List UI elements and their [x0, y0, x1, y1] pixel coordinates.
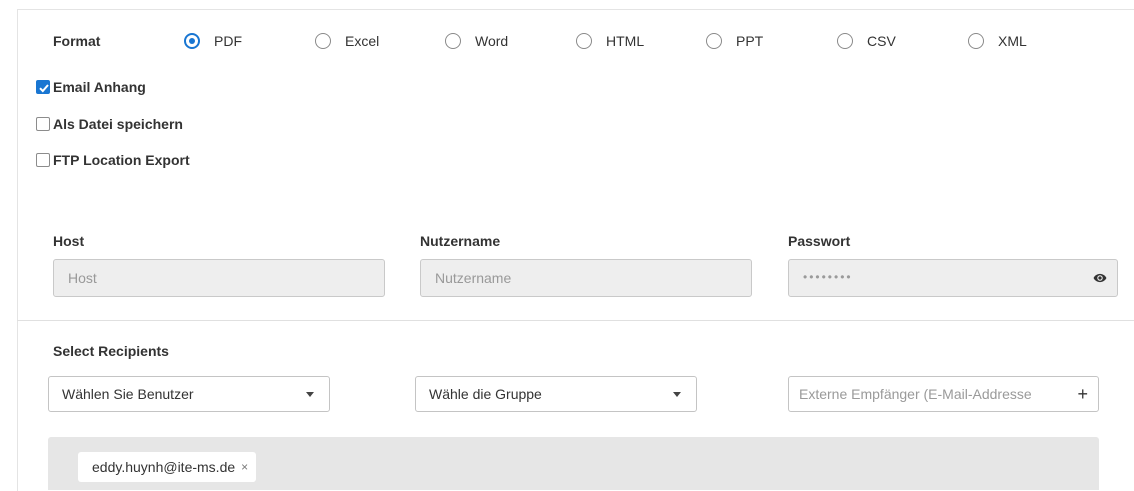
select-recipients-label: Select Recipients — [53, 343, 169, 359]
checkbox-unchecked-icon — [36, 117, 50, 131]
host-input[interactable] — [53, 259, 385, 297]
email-attachment-label: Email Anhang — [53, 79, 146, 95]
radio-unselected-icon — [837, 33, 853, 49]
section-divider — [17, 320, 1134, 321]
email-attachment-checkbox[interactable]: Email Anhang — [36, 78, 146, 96]
checkbox-checked-icon — [36, 80, 50, 94]
save-as-file-checkbox[interactable]: Als Datei speichern — [36, 115, 183, 133]
format-radio-label: PDF — [214, 33, 242, 49]
format-radio-label: HTML — [606, 33, 645, 49]
group-select-value: Wähle die Gruppe — [429, 386, 542, 402]
external-recipient-input[interactable] — [789, 377, 1069, 411]
format-radio-label: PPT — [736, 33, 764, 49]
radio-unselected-icon — [706, 33, 722, 49]
users-select[interactable]: Wählen Sie Benutzer — [48, 376, 330, 412]
format-radio-html[interactable]: HTML — [576, 30, 644, 52]
format-radio-label: Word — [475, 33, 509, 49]
save-as-file-label: Als Datei speichern — [53, 116, 183, 132]
format-radio-xml[interactable]: XML — [968, 30, 1027, 52]
radio-unselected-icon — [315, 33, 331, 49]
format-radio-csv[interactable]: CSV — [837, 30, 896, 52]
ftp-export-checkbox[interactable]: FTP Location Export — [36, 151, 190, 169]
format-radio-label: Excel — [345, 33, 380, 49]
caret-down-icon — [673, 392, 681, 397]
password-masked-value: •••••••• — [803, 270, 853, 284]
radio-selected-icon — [184, 33, 200, 49]
format-radio-excel[interactable]: Excel — [315, 30, 379, 52]
close-icon[interactable]: × — [241, 460, 248, 474]
format-radio-word[interactable]: Word — [445, 30, 508, 52]
recipient-chip: eddy.huynh@ite-ms.de × — [78, 452, 257, 482]
checkbox-unchecked-icon — [36, 153, 50, 167]
selected-recipients-area: eddy.huynh@ite-ms.de × — [48, 437, 1099, 490]
password-label: Passwort — [788, 233, 851, 249]
username-label: Nutzername — [420, 233, 501, 249]
format-radio-label: CSV — [867, 33, 896, 49]
users-select-value: Wählen Sie Benutzer — [62, 386, 194, 402]
password-input[interactable]: •••••••• — [788, 259, 1118, 297]
caret-down-icon — [306, 392, 314, 397]
format-label: Format — [53, 33, 101, 49]
external-recipient-field: + — [788, 376, 1099, 412]
host-label: Host — [53, 233, 85, 249]
radio-unselected-icon — [445, 33, 461, 49]
group-select[interactable]: Wähle die Gruppe — [415, 376, 697, 412]
plus-icon[interactable]: + — [1077, 384, 1088, 404]
format-radio-ppt[interactable]: PPT — [706, 30, 763, 52]
radio-unselected-icon — [968, 33, 984, 49]
export-settings-panel — [17, 9, 1134, 491]
radio-unselected-icon — [576, 33, 592, 49]
ftp-export-label: FTP Location Export — [53, 152, 190, 168]
format-radio-pdf[interactable]: PDF — [184, 30, 242, 52]
eye-icon[interactable] — [1093, 271, 1107, 290]
username-input[interactable] — [420, 259, 752, 297]
recipient-chip-email: eddy.huynh@ite-ms.de — [92, 459, 236, 475]
format-radio-label: XML — [998, 33, 1027, 49]
